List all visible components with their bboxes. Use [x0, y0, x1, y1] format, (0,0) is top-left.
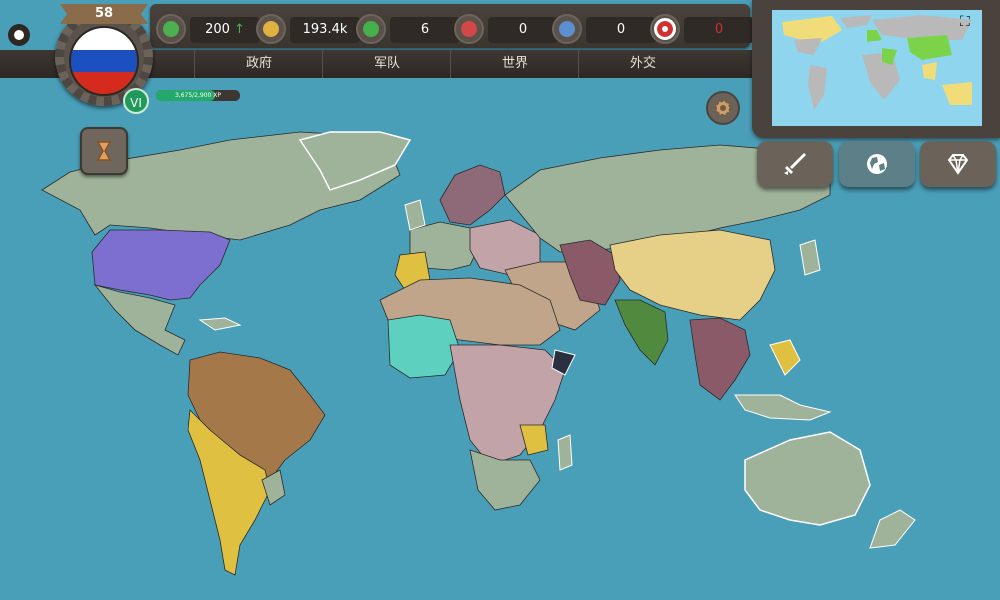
war-value: 0: [684, 17, 754, 43]
allies-value: 6: [390, 17, 460, 43]
resource-strip: 200 ↑ 193.4k 6 0 0 0: [150, 4, 754, 48]
coins-icon: [256, 14, 286, 44]
level-ribbon: 58: [60, 4, 148, 24]
region-west-africa[interactable]: [387, 314, 461, 379]
enemies-value: 0: [488, 17, 558, 43]
crown-green-icon: [356, 14, 386, 44]
crown-red-icon: [454, 14, 484, 44]
main-tabs: 政府 军队 世界 外交: [150, 50, 750, 78]
hourglass-button[interactable]: [80, 127, 128, 175]
minimap[interactable]: ⛶: [772, 10, 982, 126]
up-arrow-icon: ↑: [229, 22, 245, 37]
smiley-icon: [156, 14, 186, 44]
menu-dot-button[interactable]: [8, 24, 30, 46]
gear-icon: [715, 100, 731, 116]
tab-world[interactable]: 世界: [450, 50, 579, 78]
russia-flag-icon: [69, 26, 139, 96]
settings-button[interactable]: [706, 91, 740, 125]
xp-bar: 3,675/2,900 XP: [156, 90, 240, 101]
region-madagascar[interactable]: [557, 434, 573, 471]
premium-button[interactable]: [920, 141, 996, 187]
crown-blue-icon: [552, 14, 582, 44]
rank-badge: VI: [123, 88, 149, 114]
diamond-icon: [947, 154, 969, 175]
military-button[interactable]: [757, 141, 833, 187]
world-button[interactable]: [839, 141, 915, 187]
money-value: 193.4k: [290, 17, 360, 43]
flag-japan-icon: [650, 14, 680, 44]
sword-icon: [784, 153, 806, 175]
tab-diplomacy[interactable]: 外交: [578, 50, 707, 78]
hourglass-icon: [96, 141, 112, 161]
globe-icon: [867, 154, 887, 174]
tab-army[interactable]: 军队: [322, 50, 451, 78]
tab-government[interactable]: 政府: [194, 50, 323, 78]
neutral-value: 0: [586, 17, 656, 43]
minimap-panel[interactable]: ⛶: [752, 0, 1000, 138]
xp-text: 3,675/2,900 XP: [174, 92, 221, 99]
fullscreen-icon[interactable]: ⛶: [960, 14, 976, 30]
approval-value: 200: [205, 22, 230, 37]
